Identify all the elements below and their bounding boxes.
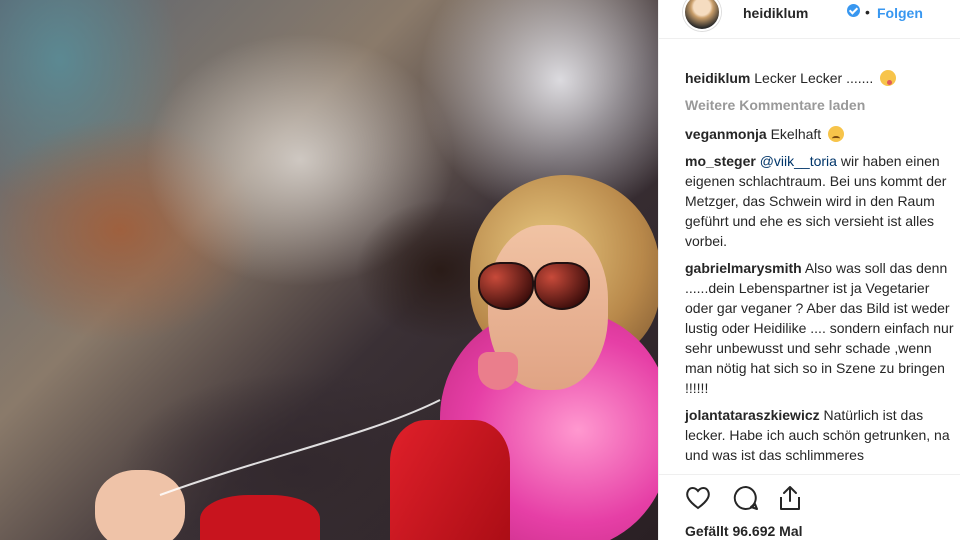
comment-text: Also was soll das denn ......dein Lebens… [685,260,954,396]
heart-icon[interactable] [683,483,713,513]
comment-username[interactable]: gabrielmarysmith [685,260,802,276]
photo-sunglasses [478,262,590,312]
instagram-post: heidiklum • Folgen heidiklum Lecker Leck… [0,0,960,541]
post-side-panel: heidiklum • Folgen heidiklum Lecker Leck… [658,0,960,541]
comment-bubble-icon[interactable] [731,483,761,513]
caption-username[interactable]: heidiklum [685,70,750,86]
comment-text: Ekelhaft [770,126,826,142]
sad-emoji-icon [828,126,845,142]
comment-username[interactable]: veganmonja [685,126,767,142]
photo-tongue [478,352,518,390]
comment-item: veganmonja Ekelhaft [685,124,955,144]
comments-scroll-area[interactable]: heidiklum • Folgen heidiklum Lecker Leck… [659,0,960,486]
comment-item: gabrielmarysmith Also was soll das denn … [685,258,955,398]
header-separator: • [865,4,870,20]
comment-username[interactable]: mo_steger [685,153,756,169]
comment-item: jolantataraszkiewicz Natürlich ist das l… [685,405,955,465]
comment-username[interactable]: jolantataraszkiewicz [685,407,820,423]
header-username[interactable]: heidiklum [743,5,808,21]
post-photo[interactable] [0,0,658,540]
verified-badge-icon [847,4,860,17]
photo-drool-strand [159,399,441,496]
share-icon[interactable] [775,483,805,513]
likes-count[interactable]: Gefällt 96.692 Mal [685,523,803,539]
load-more-comments-button[interactable]: Weitere Kommentare laden [685,95,955,115]
post-header: heidiklum • Folgen [659,0,960,39]
caption: heidiklum Lecker Lecker ....... [685,68,955,88]
comment-item: mo_steger @viik__toria wir haben einen e… [685,151,955,251]
yum-emoji-icon [880,70,897,86]
post-actions-bar: Gefällt 96.692 Mal [659,474,960,541]
caption-text: Lecker Lecker ....... [754,70,878,86]
comment-mention-link[interactable]: @viik__toria [760,153,837,169]
comment-list: heidiklum Lecker Lecker ....... Weitere … [685,68,955,472]
avatar[interactable] [683,0,721,31]
follow-button[interactable]: Folgen [877,5,923,21]
